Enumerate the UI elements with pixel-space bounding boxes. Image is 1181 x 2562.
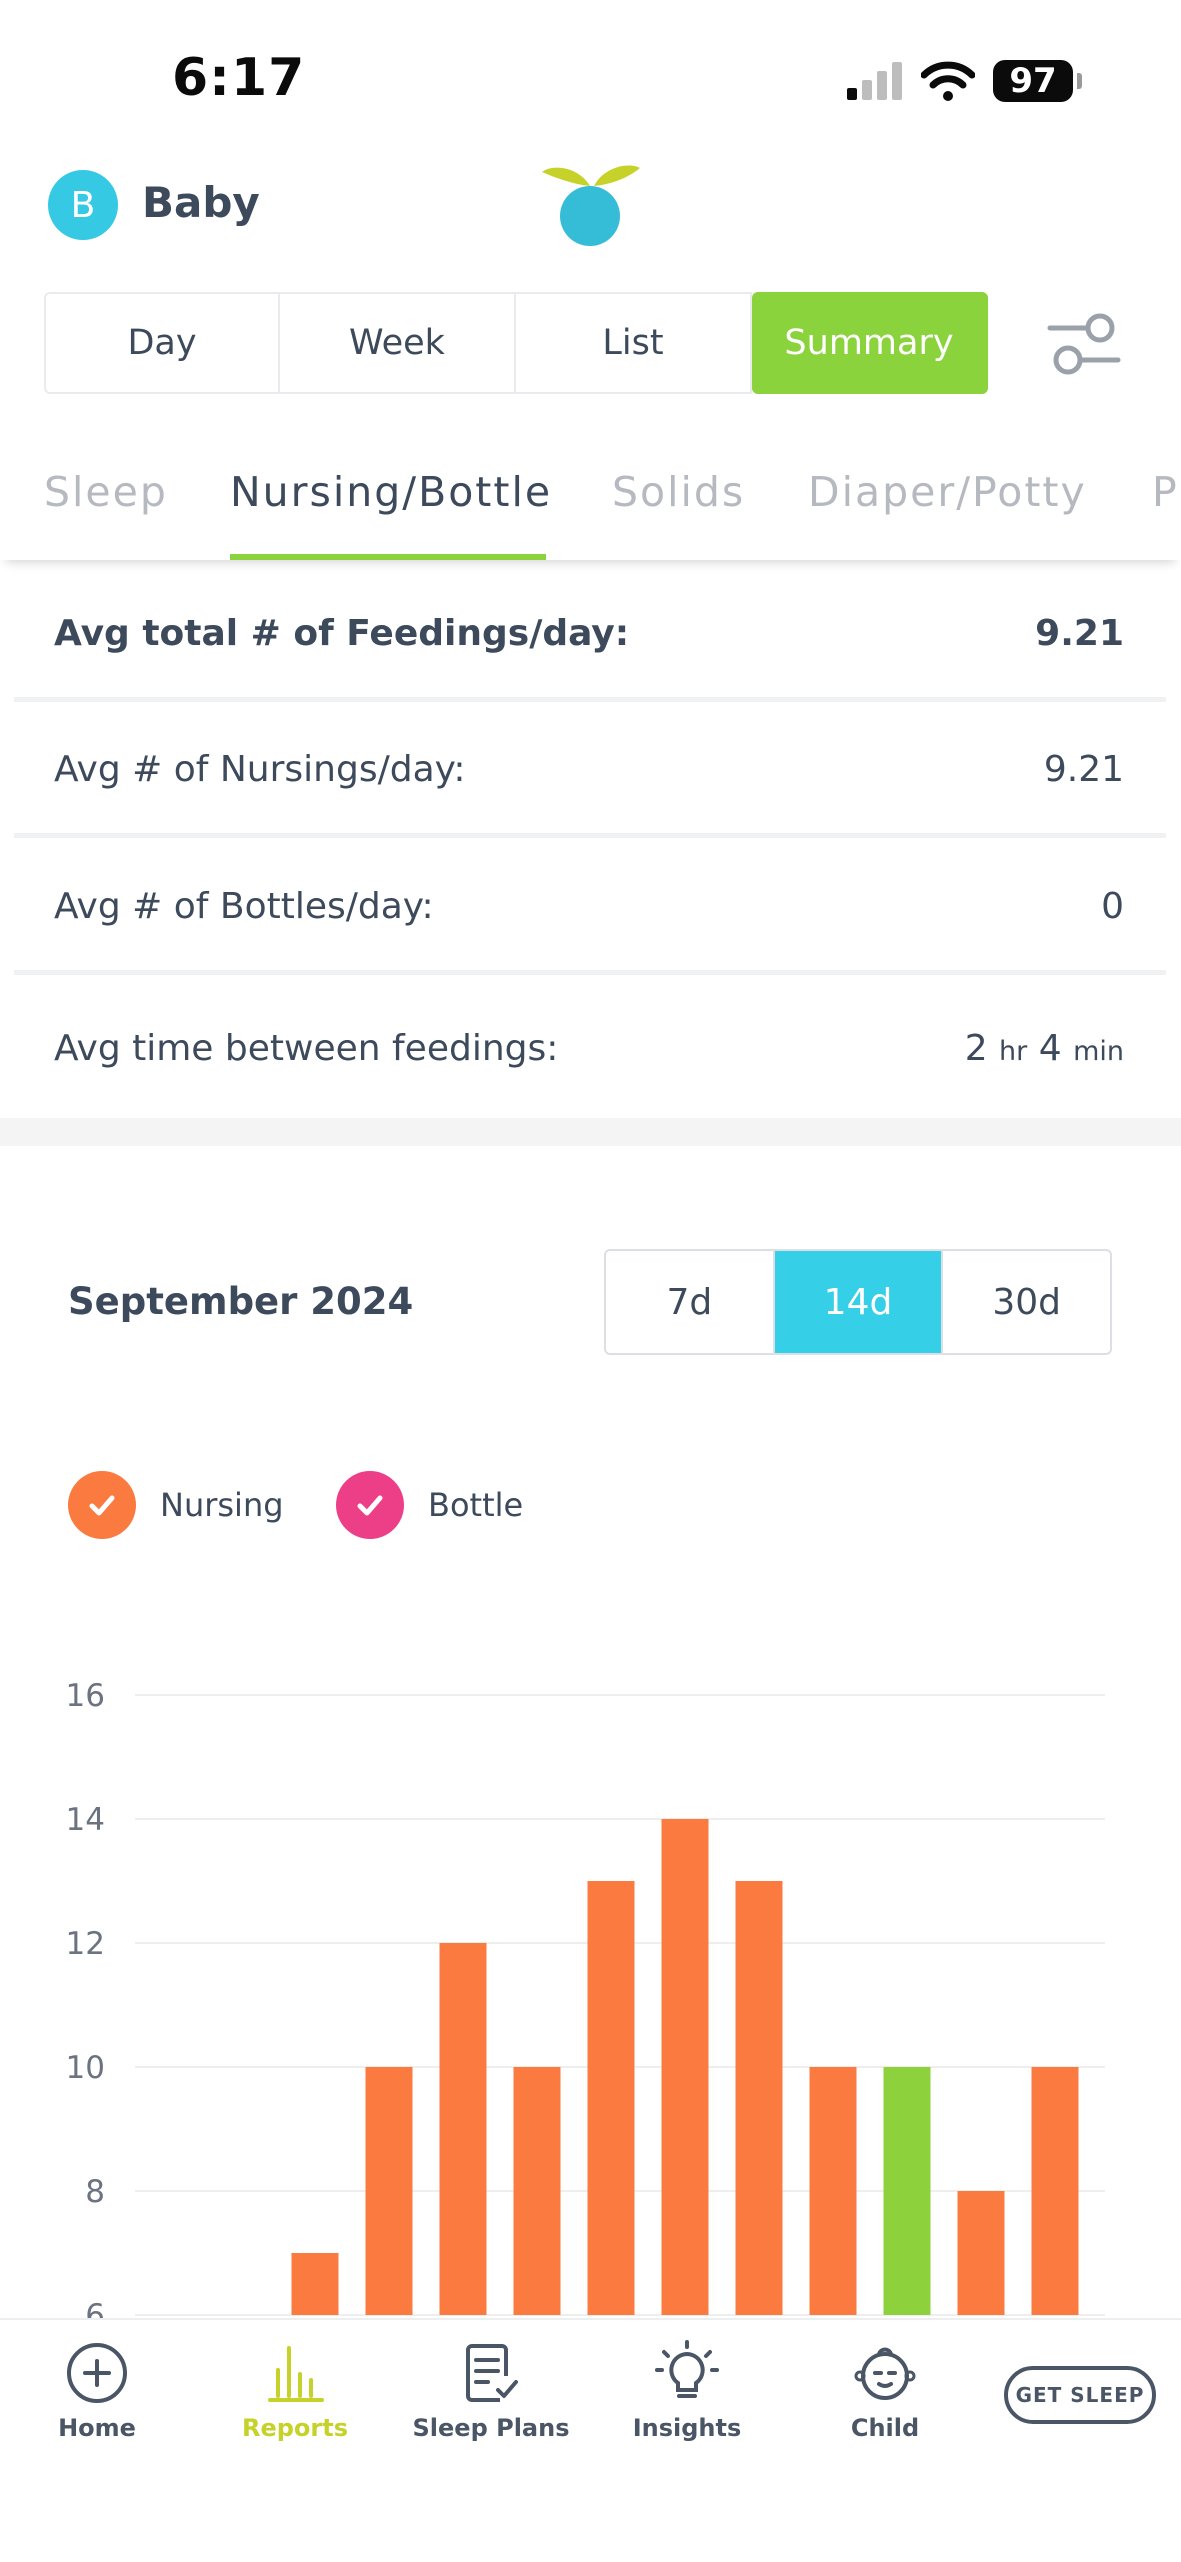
- hours-value: 2: [964, 1027, 988, 1069]
- nav-reports[interactable]: Reports: [210, 2340, 380, 2442]
- legend-label: Nursing: [160, 1486, 284, 1524]
- tab-sleep[interactable]: Sleep: [44, 468, 168, 516]
- chart-bar[interactable]: [587, 1881, 635, 2315]
- chart-bar[interactable]: [1031, 2067, 1079, 2315]
- tab-more[interactable]: P: [1152, 468, 1179, 516]
- nav-label: Sleep Plans: [412, 2414, 570, 2442]
- minutes-unit: min: [1073, 1035, 1124, 1067]
- home-plus-icon: [67, 2343, 127, 2403]
- bottom-nav: Home Reports Sleep Plans Insights Child …: [0, 2318, 1181, 2562]
- avatar[interactable]: B: [48, 170, 118, 240]
- nav-label: Home: [58, 2414, 136, 2442]
- tab-week[interactable]: Week: [280, 292, 516, 394]
- range-7d-button[interactable]: 7d: [606, 1251, 775, 1353]
- section-divider: [0, 1118, 1181, 1146]
- active-tab-underline: [230, 554, 546, 560]
- stat-value: 9.21: [1035, 613, 1124, 654]
- category-tabs: Sleep Nursing/Bottle Solids Diaper/Potty…: [0, 460, 1181, 560]
- feedings-bar-chart: 6 8 10 12 14 16: [66, 1678, 1105, 2320]
- check-icon: [68, 1471, 136, 1539]
- stat-row: Avg # of Nursings/day: 9.21: [14, 706, 1166, 838]
- battery-indicator: 97: [993, 60, 1082, 102]
- range-30d-button[interactable]: 30d: [943, 1251, 1110, 1353]
- chart-bar[interactable]: [513, 2067, 561, 2315]
- child-name[interactable]: Baby: [142, 178, 260, 227]
- lightbulb-icon: [655, 2340, 719, 2398]
- legend-nursing[interactable]: Nursing: [68, 1470, 284, 1540]
- nav-child[interactable]: Child: [800, 2340, 970, 2442]
- tab-solids[interactable]: Solids: [612, 468, 745, 516]
- cellular-signal-icon: [847, 62, 902, 100]
- legend-bottle[interactable]: Bottle: [336, 1470, 523, 1540]
- stat-label: Avg time between feedings:: [54, 1027, 559, 1069]
- y-tick-label: 12: [66, 1926, 105, 1962]
- y-tick-label: 6: [85, 2298, 105, 2320]
- stat-value: 9.21: [1043, 749, 1124, 790]
- nav-label: Reports: [241, 2414, 349, 2442]
- nav-label: Insights: [632, 2414, 742, 2442]
- stat-value: 0: [1101, 886, 1124, 927]
- minutes-value: 4: [1038, 1027, 1062, 1069]
- chart-bar[interactable]: [809, 2067, 857, 2315]
- stat-row: Avg # of Bottles/day: 0: [14, 843, 1166, 975]
- stat-label: Avg total # of Feedings/day:: [54, 613, 630, 654]
- stat-row: Avg total # of Feedings/day: 9.21: [14, 570, 1166, 702]
- range-selector: 7d 14d 30d: [604, 1249, 1112, 1355]
- y-tick-label: 14: [66, 1802, 105, 1838]
- filter-settings-icon[interactable]: [1044, 304, 1124, 384]
- y-tick-label: 10: [66, 2050, 105, 2086]
- tab-day[interactable]: Day: [44, 292, 280, 394]
- nav-home[interactable]: Home: [12, 2340, 182, 2442]
- legend-label: Bottle: [428, 1486, 524, 1524]
- nav-insights[interactable]: Insights: [602, 2340, 772, 2442]
- tab-list[interactable]: List: [516, 292, 752, 394]
- stat-row: Avg time between feedings: 2 hr 4 min: [14, 982, 1166, 1114]
- chart-bar[interactable]: [883, 2067, 931, 2315]
- get-sleep-button[interactable]: GET SLEEP: [1004, 2366, 1156, 2424]
- view-tabs: Day Week List Summary: [44, 292, 988, 394]
- chart-bar[interactable]: [661, 1819, 709, 2315]
- chart-bar[interactable]: [735, 1881, 783, 2315]
- chart-bar[interactable]: [439, 1943, 487, 2315]
- stat-value: 2 hr 4 min: [965, 1028, 1124, 1069]
- stat-label: Avg # of Bottles/day:: [54, 886, 434, 927]
- chart-bar[interactable]: [291, 2253, 339, 2315]
- check-icon: [336, 1471, 404, 1539]
- baby-face-icon: [854, 2347, 916, 2400]
- document-check-icon: [466, 2344, 518, 2402]
- hours-unit: hr: [999, 1035, 1028, 1067]
- bar-chart-icon: [268, 2346, 324, 2402]
- y-tick-label: 16: [66, 1678, 105, 1714]
- y-tick-label: 8: [85, 2174, 105, 2210]
- chart-bar[interactable]: [957, 2191, 1005, 2315]
- range-14d-button[interactable]: 14d: [774, 1251, 944, 1353]
- status-time: 6:17: [172, 48, 306, 108]
- wifi-icon: [921, 61, 975, 101]
- chart-month: September 2024: [68, 1280, 414, 1323]
- nav-sleep-plans[interactable]: Sleep Plans: [406, 2340, 576, 2442]
- app-logo-icon: [542, 165, 640, 246]
- stat-label: Avg # of Nursings/day:: [54, 749, 466, 790]
- chart-bar[interactable]: [365, 2067, 413, 2315]
- status-icons: 97: [847, 56, 1082, 106]
- nav-label: Child: [850, 2414, 920, 2442]
- tab-summary[interactable]: Summary: [752, 292, 988, 394]
- tab-diaper-potty[interactable]: Diaper/Potty: [808, 468, 1087, 516]
- tab-nursing-bottle[interactable]: Nursing/Bottle: [230, 468, 552, 516]
